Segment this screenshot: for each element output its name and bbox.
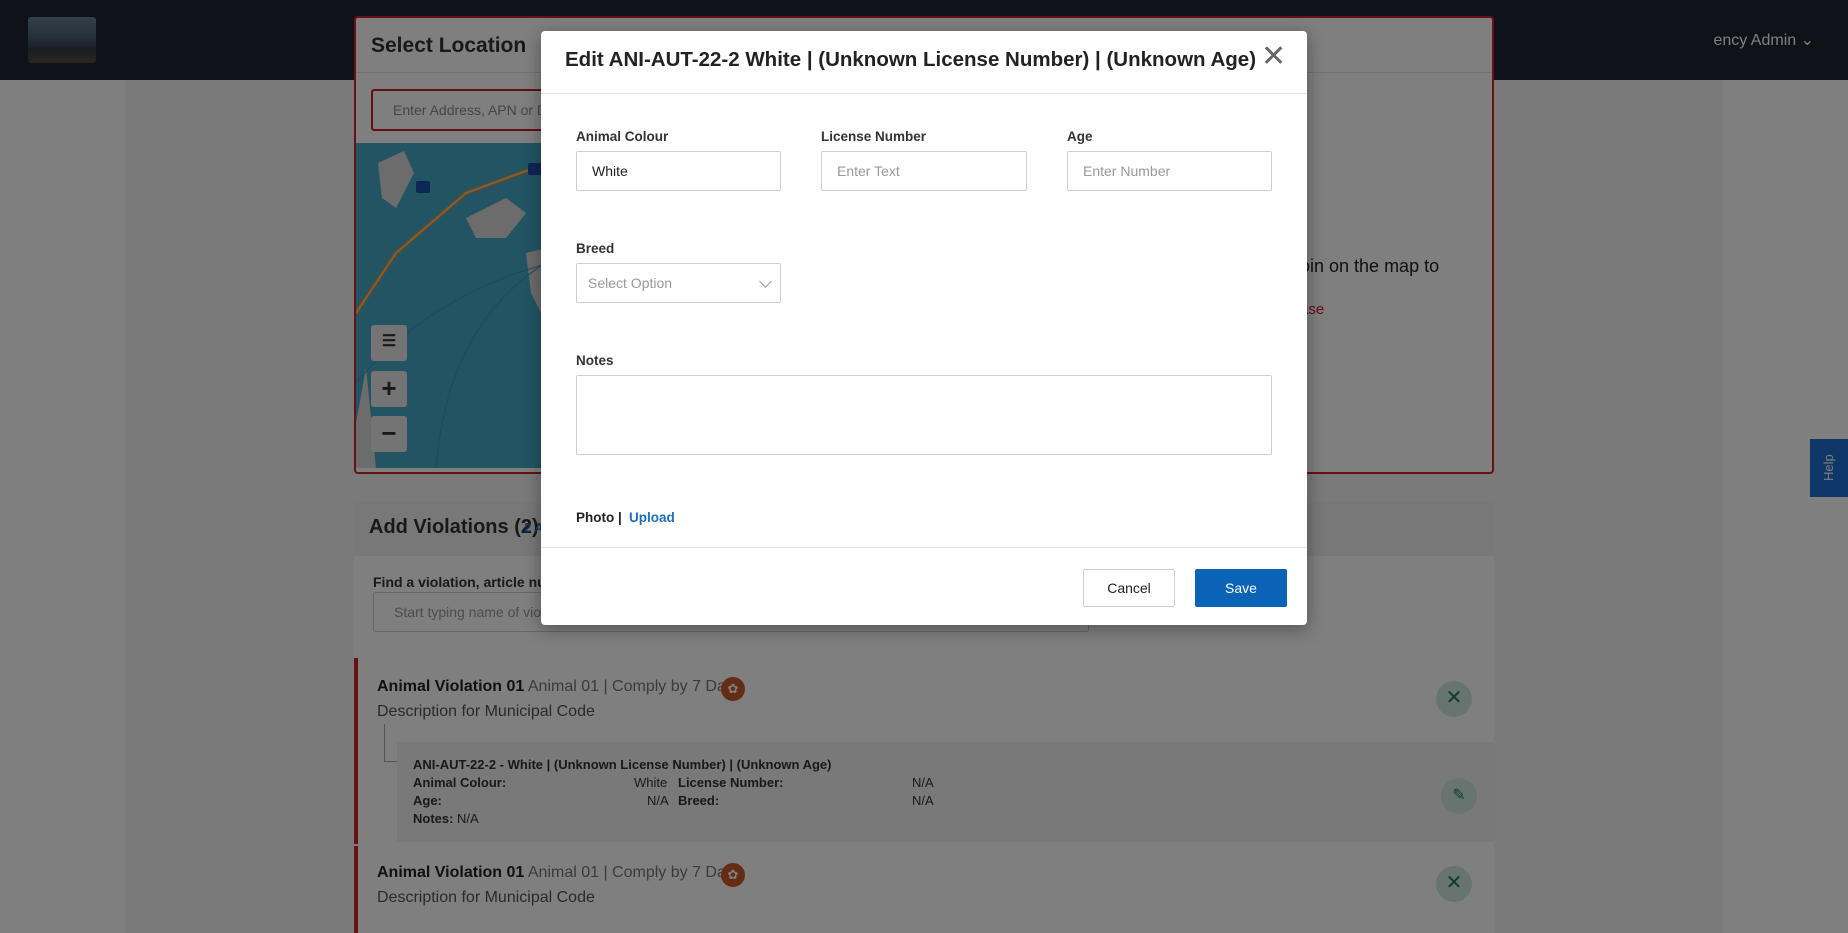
age-input[interactable]: Enter Number	[1067, 151, 1272, 191]
edit-animal-dialog	[541, 31, 1307, 625]
upload-link[interactable]: Upload	[629, 510, 675, 525]
chevron-down-icon	[759, 275, 772, 288]
divider	[541, 93, 1307, 94]
breed-select[interactable]: Select Option	[576, 263, 781, 303]
animal-colour-input[interactable]: White	[576, 151, 781, 191]
photo-label: Photo |	[576, 510, 622, 525]
cancel-button[interactable]: Cancel	[1083, 569, 1175, 607]
breed-select-value: Select Option	[588, 275, 673, 291]
save-button[interactable]: Save	[1195, 569, 1287, 607]
notes-textarea[interactable]	[576, 375, 1272, 455]
license-number-label: License Number	[821, 129, 927, 144]
age-label: Age	[1067, 129, 1093, 144]
notes-label: Notes	[576, 353, 614, 368]
divider	[541, 547, 1307, 548]
breed-label: Breed	[576, 241, 615, 256]
dialog-title: Edit ANI-AUT-22-2 White | (Unknown Licen…	[565, 48, 1257, 71]
close-icon[interactable]: ✕	[1261, 42, 1286, 72]
animal-colour-label: Animal Colour	[576, 129, 669, 144]
license-number-input[interactable]: Enter Text	[821, 151, 1027, 191]
